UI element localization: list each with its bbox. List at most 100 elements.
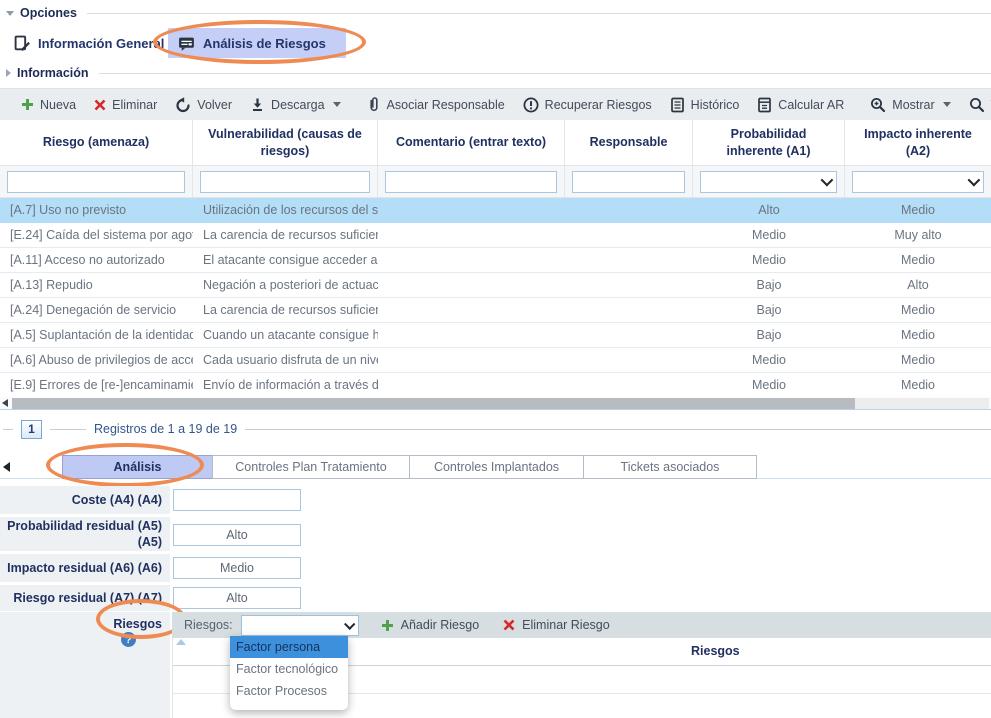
cell-comentario: [378, 298, 565, 322]
column-header[interactable]: Impacto inherente (A2): [845, 120, 991, 165]
table-row[interactable]: [A.13] Repudio Negación a posteriori de …: [0, 273, 991, 298]
table-row[interactable]: [A.24] Denegación de servicio La carenci…: [0, 298, 991, 323]
pagination-bar: 1 Registros de 1 a 19 de 19: [0, 414, 991, 444]
impacto-residual-input[interactable]: [173, 557, 301, 579]
cell-riesgo: [A.11] Acceso no autorizado: [0, 248, 193, 272]
tab-informacion-general[interactable]: Información General: [4, 28, 174, 58]
mostrar-button[interactable]: Mostrar: [861, 92, 959, 118]
filter-responsable-input[interactable]: [572, 171, 685, 193]
cell-riesgo: [A.24] Denegación de servicio: [0, 298, 193, 322]
expand-triangle-icon[interactable]: [6, 69, 11, 77]
historico-label: Histórico: [691, 98, 740, 112]
descarga-label: Descarga: [271, 98, 325, 112]
nueva-button[interactable]: Nueva: [12, 92, 85, 118]
recuperar-label: Recuperar Riesgos: [545, 98, 652, 112]
option-factor-tecnologico[interactable]: Factor tecnológico: [230, 658, 348, 680]
table-row[interactable]: [A.5] Suplantación de la identidad Cuand…: [0, 323, 991, 348]
tab-label: Tickets asociados: [621, 460, 720, 474]
cell-comentario: [378, 323, 565, 347]
column-header[interactable]: Probabilidad inherente (A1): [693, 120, 845, 165]
risk-analysis-page: Opciones Información General Análisis de…: [0, 0, 991, 718]
save-calc-icon: [757, 97, 772, 113]
magnifier-icon: [969, 97, 985, 113]
page-number-button[interactable]: 1: [21, 420, 42, 439]
anadir-riesgo-button[interactable]: Añadir Riesgo: [373, 618, 488, 632]
scrollbar-thumb[interactable]: [12, 398, 855, 409]
riesgos-column-header[interactable]: Riesgos: [691, 644, 740, 658]
help-icon[interactable]: ?: [121, 632, 136, 647]
cell-impacto: Medio: [845, 198, 991, 222]
document-lines-icon: [670, 97, 685, 113]
cell-probabilidad: Medio: [693, 348, 845, 372]
probabilidad-residual-label: Probabilidad residual (A5) (A5): [0, 517, 170, 551]
eliminar-riesgo-button[interactable]: Eliminar Riesgo: [495, 618, 618, 632]
column-header[interactable]: Comentario (entrar texto): [378, 120, 565, 165]
records-summary: Registros de 1 a 19 de 19: [94, 422, 237, 436]
collapse-triangle-icon[interactable]: [6, 11, 14, 16]
riesgos-label: Riesgos: [113, 617, 162, 631]
table-row[interactable]: [A.11] Acceso no autorizado El atacante …: [0, 248, 991, 273]
eliminar-label: Eliminar: [112, 98, 157, 112]
calcular-label: Calcular AR: [778, 98, 844, 112]
descarga-button[interactable]: Descarga: [241, 92, 350, 118]
cell-vulnerabilidad: La carencia de recursos suficiente: [193, 298, 378, 322]
tab-tickets-asociados[interactable]: Tickets asociados: [583, 455, 757, 479]
x-icon: [503, 619, 515, 631]
cell-impacto: Medio: [845, 323, 991, 347]
cell-impacto: Medio: [845, 373, 991, 397]
column-header[interactable]: Vulnerabilidad (causas de riesgos): [193, 120, 378, 165]
filter-vulnerabilidad-input[interactable]: [200, 171, 370, 193]
option-factor-procesos[interactable]: Factor Procesos: [230, 680, 348, 702]
cell-responsable: [565, 348, 693, 372]
table-row[interactable]: [E.9] Errores de [re-]encaminamie Envío …: [0, 373, 991, 398]
tab-analisis[interactable]: Análisis: [62, 455, 213, 479]
cell-probabilidad: Bajo: [693, 298, 845, 322]
eliminar-button[interactable]: Eliminar: [85, 92, 166, 118]
riesgos-select[interactable]: [241, 615, 359, 636]
tab-controles-plan-tratamiento[interactable]: Controles Plan Tratamiento: [212, 455, 410, 479]
table-row[interactable]: [A.7] Uso no previsto Utilización de los…: [0, 198, 991, 223]
riesgo-residual-input[interactable]: [173, 587, 301, 609]
ver-button[interactable]: Ver: [960, 92, 991, 118]
tab-analisis-de-riesgos[interactable]: Análisis de Riesgos: [168, 28, 346, 58]
filter-impacto-select[interactable]: [852, 171, 984, 193]
column-header[interactable]: Riesgo (amenaza): [0, 120, 193, 165]
top-nav-tabs: Información General Análisis de Riesgos: [0, 26, 991, 60]
cell-impacto: Medio: [845, 348, 991, 372]
cell-impacto: Medio: [845, 248, 991, 272]
cell-probabilidad: Bajo: [693, 273, 845, 297]
chevron-down-icon: [333, 102, 341, 107]
filter-probabilidad-select[interactable]: [700, 171, 837, 193]
cell-responsable: [565, 373, 693, 397]
option-factor-persona[interactable]: Factor persona: [230, 636, 348, 658]
risk-toolbar: Nueva Eliminar Volver Descarga: [0, 88, 991, 120]
filter-riesgo-input[interactable]: [7, 171, 185, 193]
screen-icon: [178, 35, 196, 52]
cell-riesgo: [A.5] Suplantación de la identidad: [0, 323, 193, 347]
coste-input[interactable]: [173, 489, 301, 511]
tab-label: Controles Plan Tratamiento: [235, 460, 386, 474]
filter-comentario-input[interactable]: [385, 171, 557, 193]
risk-table-body: [A.7] Uso no previsto Utilización de los…: [0, 198, 991, 398]
cell-comentario: [378, 373, 565, 397]
probabilidad-residual-input[interactable]: [173, 524, 301, 546]
asociar-label: Asociar Responsable: [387, 98, 505, 112]
column-header[interactable]: Responsable: [565, 120, 693, 165]
asociar-responsable-button[interactable]: Asociar Responsable: [358, 92, 514, 118]
tab-controles-implantados[interactable]: Controles Implantados: [409, 455, 584, 479]
cell-probabilidad: Medio: [693, 373, 845, 397]
detail-tabs: Análisis Controles Plan Tratamiento Cont…: [0, 455, 991, 479]
horizontal-scrollbar: [0, 397, 991, 410]
cell-vulnerabilidad: Cuando un atacante consigue ha: [193, 323, 378, 347]
table-row[interactable]: [A.6] Abuso de privilegios de acce Cada …: [0, 348, 991, 373]
volver-button[interactable]: Volver: [166, 92, 241, 118]
historico-button[interactable]: Histórico: [661, 92, 749, 118]
tab-scroll-left-arrow[interactable]: [3, 462, 10, 472]
calcular-ar-button[interactable]: Calcular AR: [748, 92, 853, 118]
cell-comentario: [378, 273, 565, 297]
cell-responsable: [565, 298, 693, 322]
recuperar-riesgos-button[interactable]: Recuperar Riesgos: [514, 92, 661, 118]
opciones-title: Opciones: [20, 6, 77, 20]
scroll-left-arrow[interactable]: [2, 399, 8, 407]
table-row[interactable]: [E.24] Caída del sistema por agota La ca…: [0, 223, 991, 248]
